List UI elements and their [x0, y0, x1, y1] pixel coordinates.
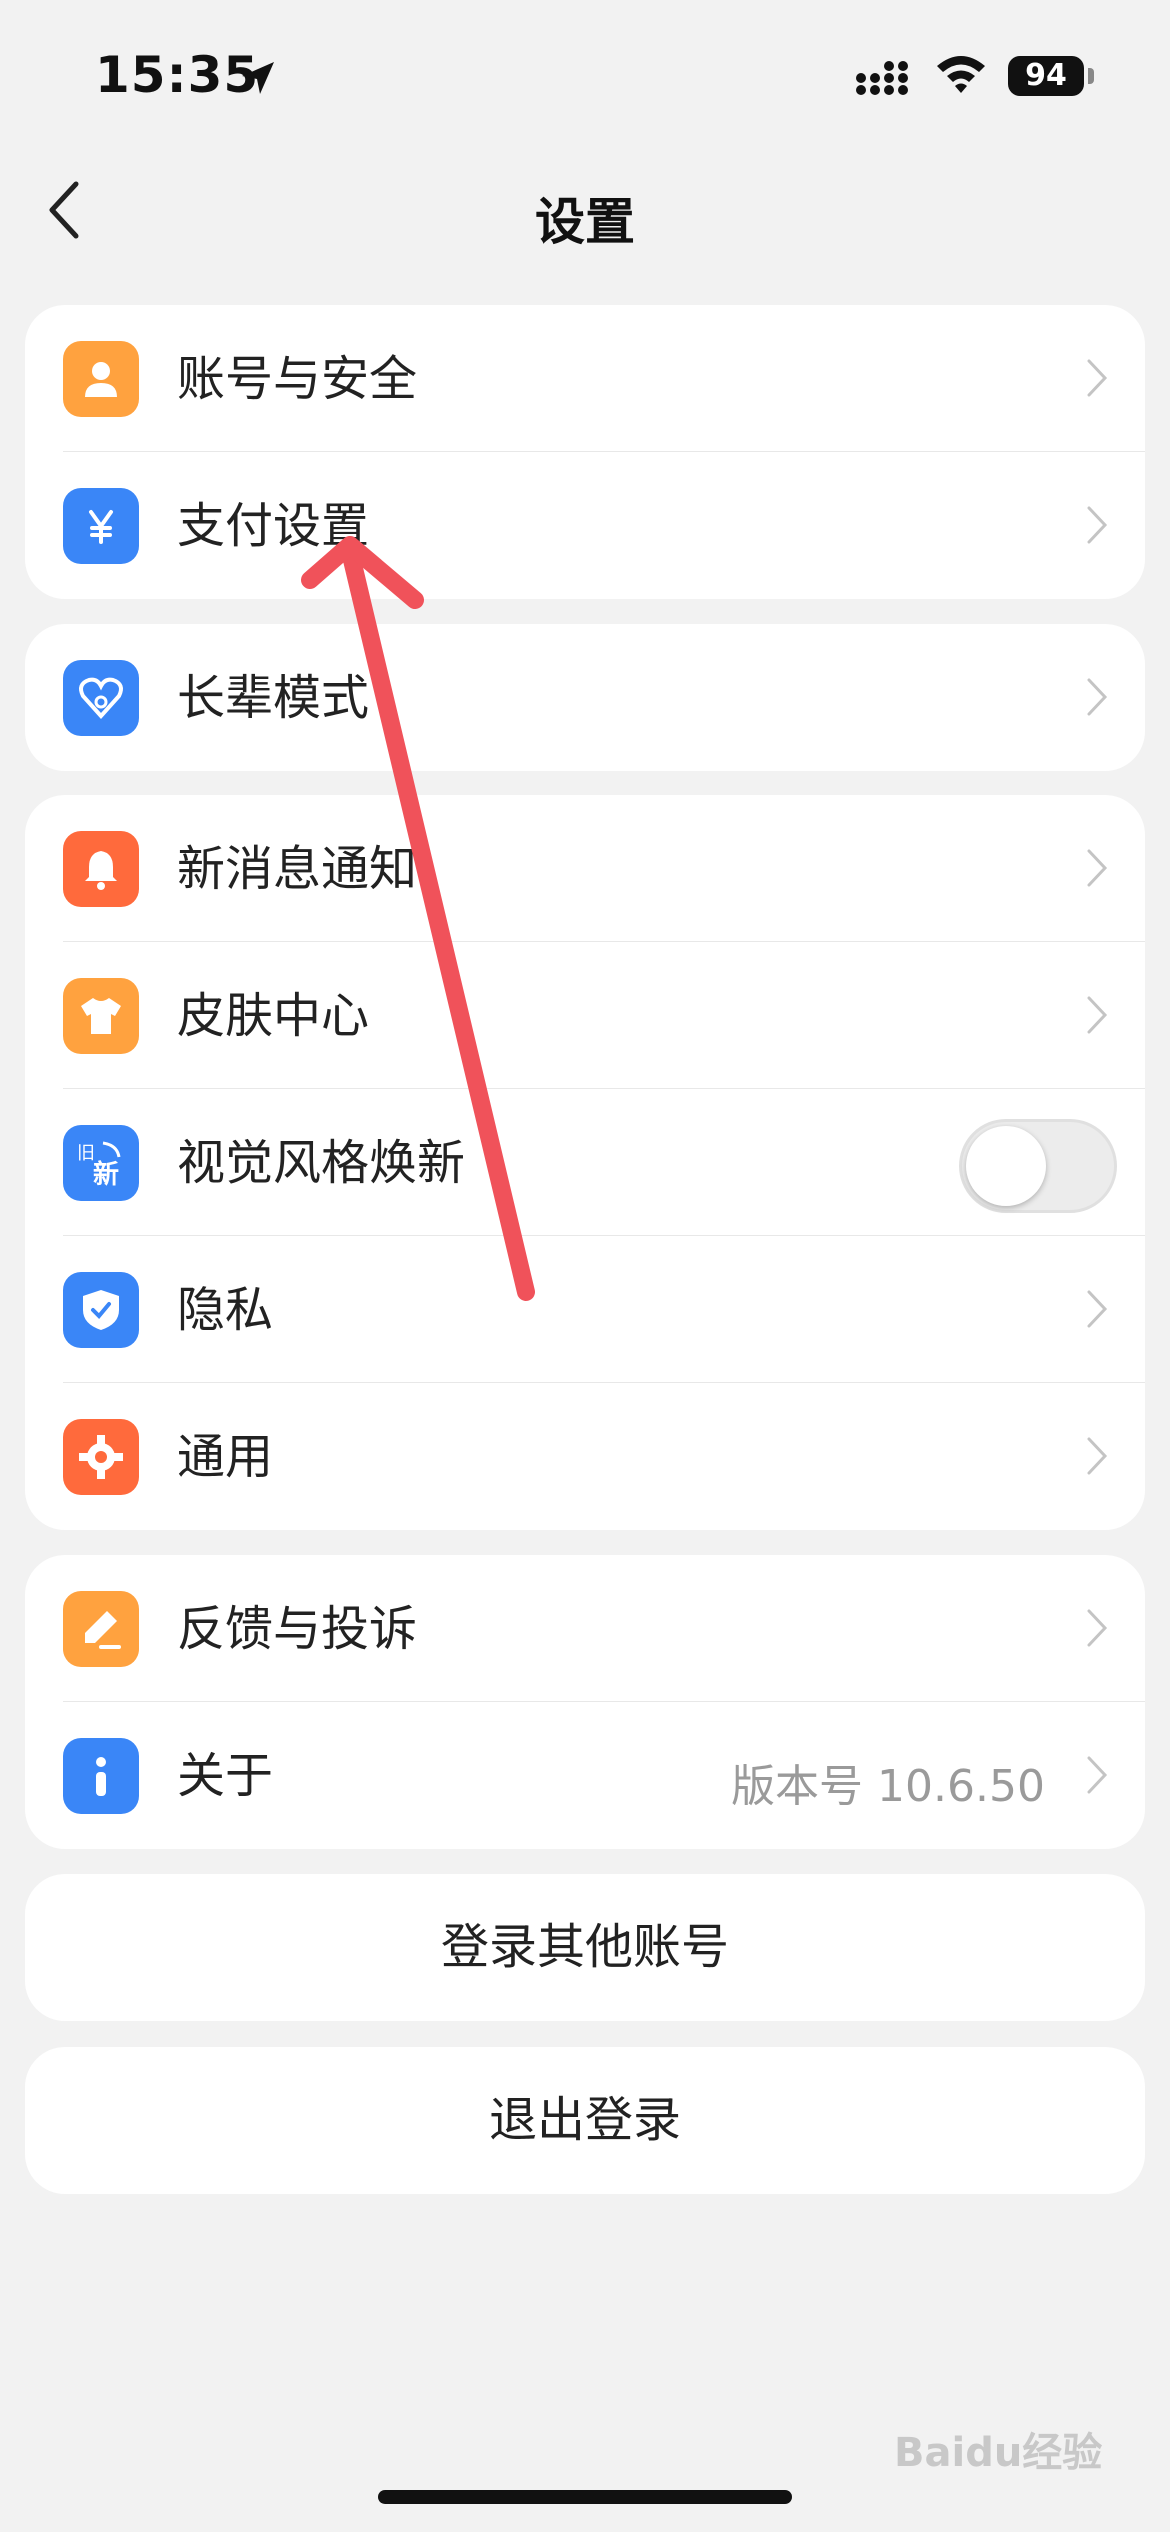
- row-about[interactable]: 关于 版本号 10.6.50: [25, 1702, 1145, 1849]
- row-label: 长辈模式: [177, 670, 370, 726]
- chevron-right-icon: [1087, 359, 1108, 397]
- badge-new-text: 新: [93, 1159, 119, 1190]
- chevron-right-icon: [1087, 678, 1108, 716]
- row-label: 通用: [177, 1429, 274, 1485]
- chevron-right-icon: [1087, 1437, 1108, 1475]
- bell-icon: [63, 831, 139, 907]
- row-label: 反馈与投诉: [177, 1601, 418, 1657]
- chevron-right-icon: [1087, 506, 1108, 544]
- gear-icon: [63, 1419, 139, 1495]
- new-style-icon: 旧 新: [63, 1125, 139, 1201]
- heart-icon: [63, 660, 139, 736]
- edit-icon: [63, 1591, 139, 1667]
- yuan-icon: [63, 488, 139, 564]
- home-indicator[interactable]: [378, 2490, 792, 2504]
- settings-group-about: 反馈与投诉 关于 版本号 10.6.50: [25, 1555, 1145, 1849]
- row-label: 隐私: [177, 1282, 274, 1338]
- row-privacy[interactable]: 隐私: [25, 1236, 1145, 1383]
- shirt-icon: [63, 978, 139, 1054]
- settings-group-elder: 长辈模式: [25, 624, 1145, 771]
- row-label: 账号与安全: [177, 351, 418, 407]
- chevron-right-icon: [1087, 849, 1108, 887]
- row-elder-mode[interactable]: 长辈模式: [25, 624, 1145, 771]
- toggle-knob: [966, 1126, 1046, 1206]
- row-account-security[interactable]: 账号与安全: [25, 305, 1145, 452]
- status-bar: 15:35 94: [0, 0, 1170, 150]
- wifi-icon: [937, 56, 985, 93]
- row-label: 新消息通知: [177, 841, 418, 897]
- row-label: 皮肤中心: [177, 988, 370, 1044]
- row-feedback[interactable]: 反馈与投诉: [25, 1555, 1145, 1702]
- switch-account-button[interactable]: 登录其他账号: [25, 1874, 1145, 2021]
- settings-group-account: 账号与安全 支付设置: [25, 305, 1145, 599]
- version-text: 版本号 10.6.50: [731, 1761, 1045, 1812]
- chevron-right-icon: [1087, 1290, 1108, 1328]
- row-label: 支付设置: [177, 498, 370, 554]
- row-payment-settings[interactable]: 支付设置: [25, 452, 1145, 599]
- row-label: 关于: [177, 1748, 274, 1804]
- page-title: 设置: [535, 193, 635, 251]
- row-label: 视觉风格焕新: [177, 1135, 466, 1191]
- row-notifications[interactable]: 新消息通知: [25, 795, 1145, 942]
- row-general[interactable]: 通用: [25, 1383, 1145, 1530]
- chevron-right-icon: [1087, 1756, 1108, 1794]
- battery-tip: [1088, 68, 1094, 84]
- person-icon: [63, 341, 139, 417]
- row-skin-center[interactable]: 皮肤中心: [25, 942, 1145, 1089]
- shield-icon: [63, 1272, 139, 1348]
- location-arrow-icon: [242, 62, 274, 94]
- cellular-signal-icon: [856, 61, 908, 95]
- chevron-right-icon: [1087, 996, 1108, 1034]
- visual-style-toggle[interactable]: [959, 1119, 1117, 1213]
- row-visual-style[interactable]: 旧 新 视觉风格焕新: [25, 1089, 1145, 1236]
- watermark: Baidu经验: [894, 2430, 1103, 2476]
- logout-button[interactable]: 退出登录: [25, 2047, 1145, 2194]
- settings-group-prefs: 新消息通知 皮肤中心 旧 新 视觉风格焕新 隐私 通用: [25, 795, 1145, 1530]
- status-time: 15:35: [95, 46, 260, 104]
- nav-bar: 设置: [0, 160, 1170, 260]
- info-icon: [63, 1738, 139, 1814]
- chevron-right-icon: [1087, 1609, 1108, 1647]
- battery-level: 94: [1008, 56, 1084, 96]
